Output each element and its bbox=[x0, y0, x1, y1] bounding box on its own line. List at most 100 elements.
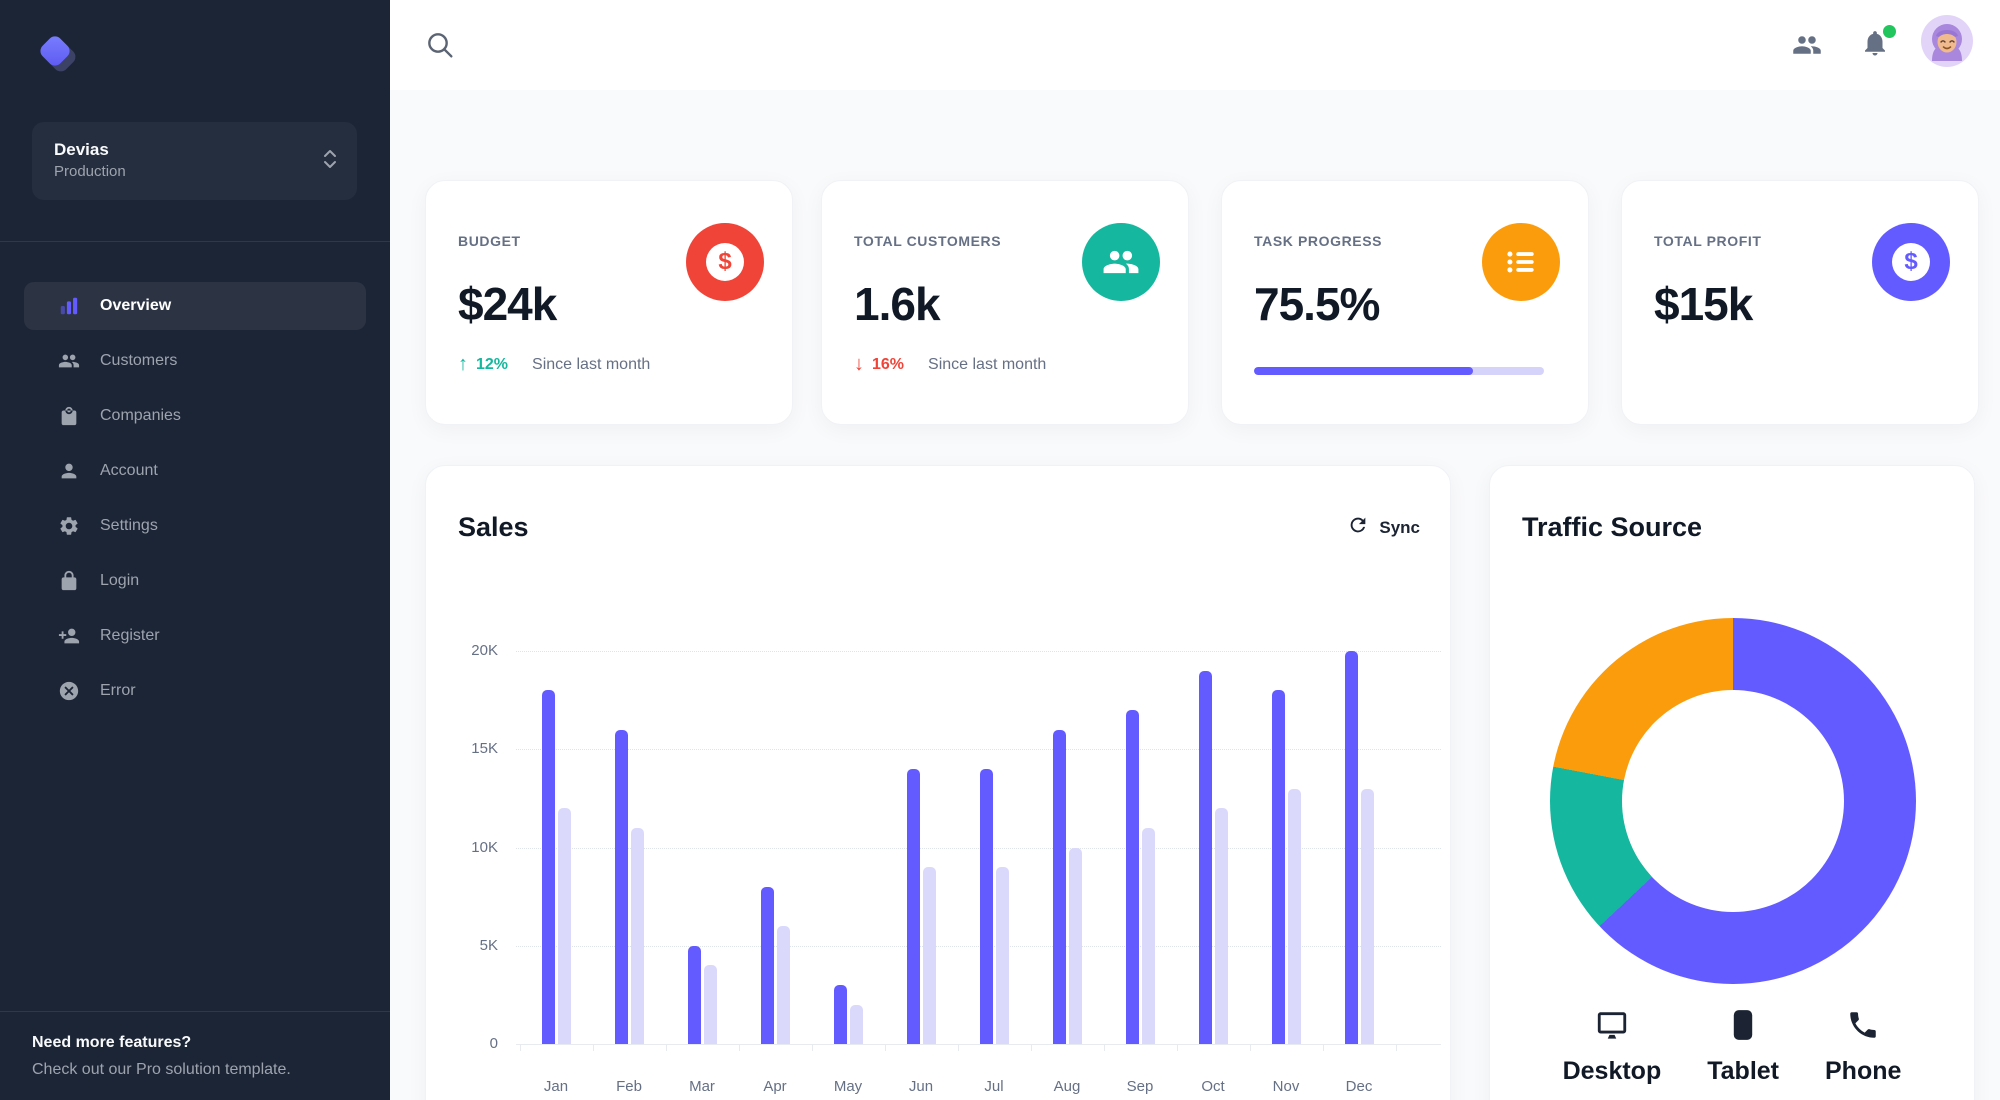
search-icon[interactable] bbox=[424, 29, 456, 61]
gridline bbox=[516, 847, 1441, 849]
phone-icon bbox=[1846, 1008, 1880, 1057]
bar-this-year-dark bbox=[1126, 709, 1139, 1044]
bar-last-year-light bbox=[850, 1004, 863, 1044]
gridline bbox=[516, 945, 1441, 947]
topbar bbox=[390, 0, 2000, 90]
x-axis-label: Sep bbox=[1126, 1078, 1154, 1095]
bar-this-year-dark bbox=[907, 768, 920, 1044]
bar-last-year-light bbox=[558, 808, 571, 1044]
sidebar-item-label: Error bbox=[100, 682, 136, 699]
gridline bbox=[516, 749, 1441, 751]
contacts-users-icon[interactable] bbox=[1792, 30, 1822, 60]
sidebar-item-customers[interactable]: Customers bbox=[24, 337, 366, 385]
legend-label: Tablet bbox=[1707, 1057, 1779, 1085]
x-axis-tick bbox=[1176, 1044, 1178, 1051]
total-profit-card: TOTAL PROFIT $ $15k bbox=[1621, 180, 1979, 425]
trend-caption: Since last month bbox=[532, 355, 651, 373]
sidebar-item-register[interactable]: Register bbox=[24, 612, 366, 660]
y-axis-label: 5K bbox=[479, 936, 498, 954]
stat-value: 1.6k bbox=[854, 278, 941, 330]
sidebar-item-label: Customers bbox=[100, 352, 178, 369]
avatar[interactable] bbox=[1921, 15, 1973, 67]
stat-value: $24k bbox=[458, 278, 557, 330]
legend-item-tablet: Tablet bbox=[1707, 1008, 1779, 1086]
x-axis-tick bbox=[957, 1044, 959, 1051]
footer-title: Need more features? bbox=[32, 1034, 192, 1051]
sidebar-item-error[interactable]: Error bbox=[24, 667, 366, 715]
workspace-environment: Production bbox=[54, 163, 126, 181]
currency-dollar-icon: $ bbox=[1872, 223, 1950, 301]
workspace-selector[interactable]: Devias Production bbox=[32, 122, 357, 200]
bar-this-year-dark bbox=[1199, 670, 1212, 1044]
bar-this-year-dark bbox=[761, 886, 774, 1044]
bar-this-year-dark bbox=[1345, 651, 1358, 1044]
bar-last-year-light bbox=[996, 867, 1009, 1044]
currency-dollar-icon: $ bbox=[686, 223, 764, 301]
notifications-bell-icon[interactable] bbox=[1860, 25, 1896, 62]
x-axis-label: Dec bbox=[1345, 1078, 1373, 1095]
trend-row: ↓ 16% Since last month bbox=[854, 353, 1046, 376]
x-axis-tick bbox=[519, 1044, 521, 1051]
x-axis-label: Aug bbox=[1053, 1078, 1081, 1095]
budget-card: BUDGET $ $24k ↑ 12% Since last month bbox=[425, 180, 793, 425]
bar-this-year-dark bbox=[1053, 729, 1066, 1044]
dashboard-page: Devias Production Overview Customers Com… bbox=[0, 0, 2000, 1100]
x-axis-tick bbox=[1103, 1044, 1105, 1051]
legend-label: Desktop bbox=[1562, 1057, 1662, 1085]
traffic-title: Traffic Source bbox=[1522, 512, 1703, 542]
y-axis-label: 15K bbox=[471, 740, 498, 758]
x-axis-label: Jun bbox=[908, 1078, 934, 1095]
sidebar-divider bbox=[0, 241, 390, 242]
bar-this-year-dark bbox=[1272, 690, 1285, 1044]
sidebar-item-label: Overview bbox=[100, 297, 172, 314]
bar-last-year-light bbox=[1215, 808, 1228, 1044]
x-axis-label: Jan bbox=[543, 1078, 569, 1095]
bar-this-year-dark bbox=[834, 985, 847, 1044]
traffic-donut-chart bbox=[1550, 618, 1916, 984]
legend-item-phone: Phone bbox=[1825, 1008, 1901, 1086]
arrow-down-icon: ↓ bbox=[854, 353, 864, 375]
bar-last-year-light bbox=[1361, 788, 1374, 1044]
trend-percent: 12% bbox=[476, 355, 509, 373]
sidebar-item-label: Companies bbox=[100, 407, 181, 424]
x-axis-tick bbox=[884, 1044, 886, 1051]
x-axis-tick bbox=[1249, 1044, 1251, 1051]
traffic-source-card: Traffic Source Desktop Tablet Phone bbox=[1489, 465, 1975, 1100]
x-axis-tick bbox=[665, 1044, 667, 1051]
desktop-monitor-icon bbox=[1595, 1008, 1629, 1057]
x-axis-label: Oct bbox=[1201, 1078, 1225, 1095]
legend-item-desktop: Desktop bbox=[1562, 1008, 1662, 1086]
sidebar-nav: Overview Customers Companies Account Set… bbox=[24, 282, 366, 722]
x-axis-label: Apr bbox=[763, 1078, 787, 1095]
sidebar-item-companies[interactable]: Companies bbox=[24, 392, 366, 440]
users-icon bbox=[1082, 223, 1160, 301]
x-axis-label: Feb bbox=[616, 1078, 642, 1095]
sales-bar-chart: 0 5K 10K 15K 20K Jan Feb Mar Apr May Jun Jul Aug Sep O… bbox=[426, 466, 1452, 1100]
bar-this-year-dark bbox=[688, 945, 701, 1044]
sidebar-item-label: Settings bbox=[100, 517, 158, 534]
tablet-icon bbox=[1726, 1008, 1760, 1057]
trend-row: ↑ 12% Since last month bbox=[458, 353, 650, 376]
x-axis-tick bbox=[1030, 1044, 1032, 1051]
sidebar-item-overview[interactable]: Overview bbox=[24, 282, 366, 330]
trend-percent: 16% bbox=[872, 355, 905, 373]
x-axis-tick bbox=[1395, 1044, 1397, 1051]
lock-icon bbox=[57, 569, 81, 593]
sidebar-item-settings[interactable]: Settings bbox=[24, 502, 366, 550]
gear-icon bbox=[57, 514, 81, 538]
sidebar-item-account[interactable]: Account bbox=[24, 447, 366, 495]
stat-label: TOTAL CUSTOMERS bbox=[854, 233, 1002, 249]
task-progress-fill bbox=[1254, 367, 1473, 375]
stat-value: $15k bbox=[1654, 278, 1753, 330]
x-circle-icon bbox=[57, 679, 81, 703]
y-axis-label: 20K bbox=[471, 642, 498, 659]
sales-chart-card: Sales Sync 0 5K 10K 15K 20K Jan Feb Mar Apr May Ju… bbox=[425, 465, 1451, 1100]
stat-label: TASK PROGRESS bbox=[1254, 233, 1383, 249]
x-axis-label: Nov bbox=[1272, 1078, 1300, 1095]
bar-this-year-dark bbox=[615, 729, 628, 1044]
devias-logo-icon[interactable] bbox=[35, 31, 85, 81]
x-axis-label: Mar bbox=[689, 1078, 715, 1095]
sidebar-item-login[interactable]: Login bbox=[24, 557, 366, 605]
task-progress-card: TASK PROGRESS 75.5% bbox=[1221, 180, 1589, 425]
dollar-glyph: $ bbox=[718, 248, 732, 275]
